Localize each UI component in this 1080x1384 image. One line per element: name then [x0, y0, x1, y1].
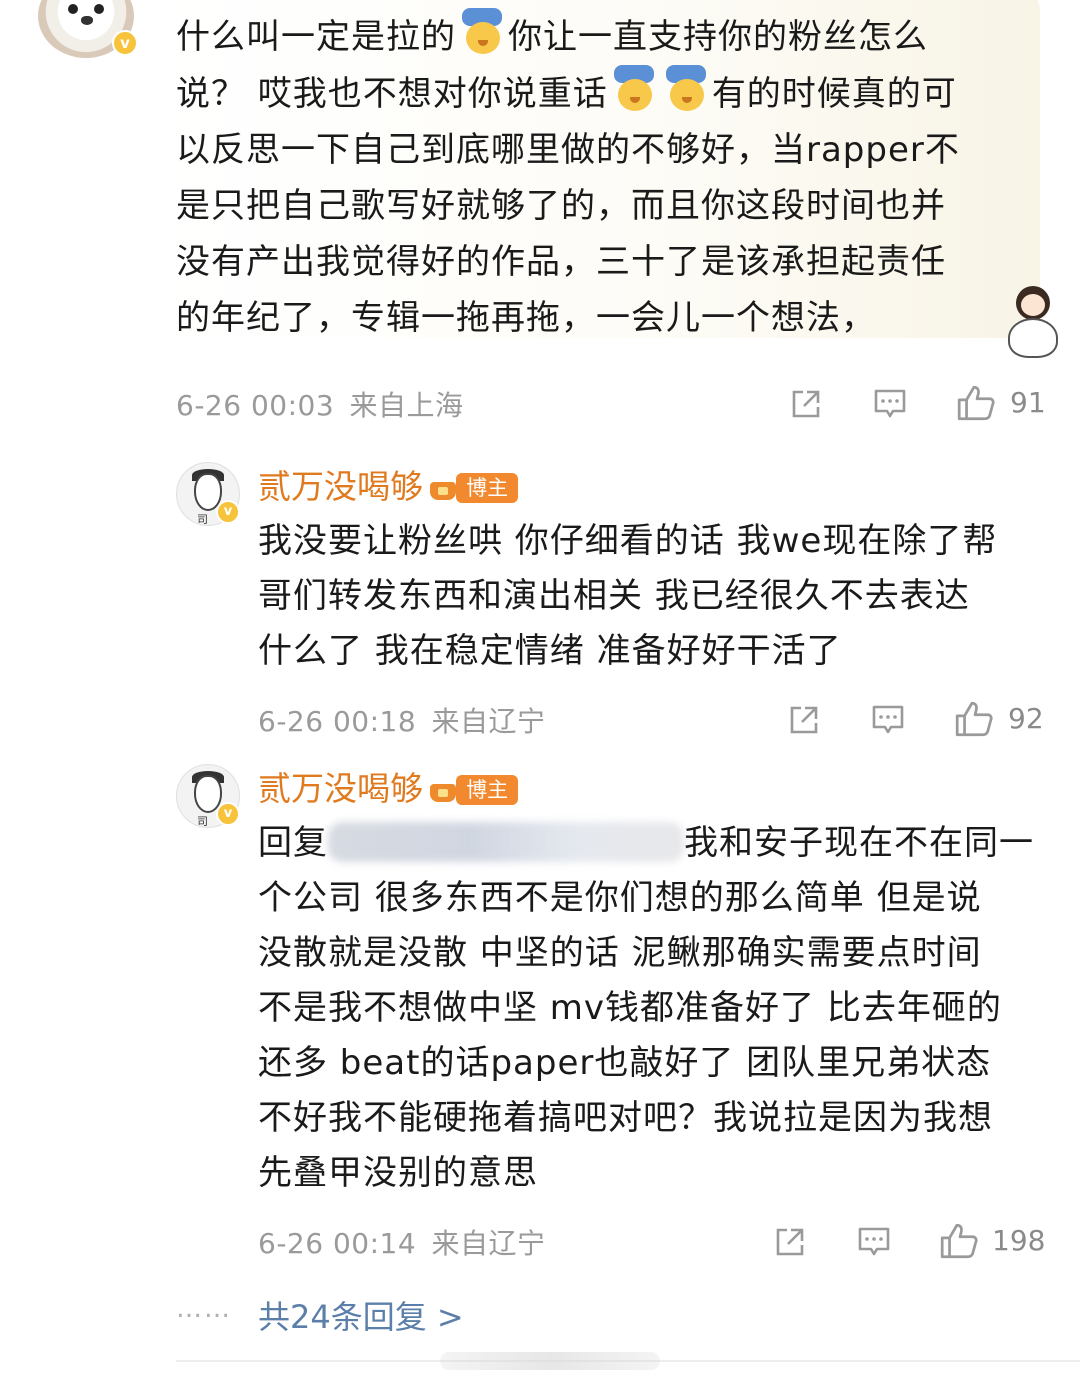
- comment-time: 6-26 00:03: [176, 389, 335, 422]
- reply-prefix: 回复: [258, 823, 328, 863]
- watermark: [440, 1352, 660, 1370]
- reply-location: 来自辽宁: [431, 705, 546, 738]
- reply-meta: 6-26 00:18 来自辽宁: [258, 700, 546, 740]
- main-comment-text: 什么叫一定是拉的 你让一直支持你的粉丝怎么 说？ 哎我也不想对你说重话 有的时候真的…: [176, 8, 960, 346]
- reply-time: 6-26 00:14: [258, 1227, 417, 1260]
- reply-header: 贰万没喝够 博主: [258, 762, 519, 810]
- reply-line: 什么了 我在稳定情绪 准备好好干活了: [258, 631, 842, 671]
- reply-line: 哥们转发东西和演出相关 我已经很久不去表达: [258, 576, 970, 616]
- like-count: 92: [1008, 702, 1044, 735]
- more-dots: ……: [176, 1294, 232, 1324]
- author-badge: 博主: [456, 775, 519, 805]
- verified-badge-icon: v: [216, 500, 240, 524]
- comment-line: 什么叫一定是拉的 你让一直支持你的粉丝怎么: [176, 8, 960, 65]
- reply-text: 回复 我和安子现在不在同一 个公司 很多东西不是你们想的那么简单 但是说 没散就是…: [258, 816, 1034, 1201]
- main-comment-meta: 6-26 00:03 来自上海: [176, 384, 464, 424]
- reply-time: 6-26 00:18: [258, 705, 417, 738]
- share-icon[interactable]: [786, 702, 822, 738]
- reply-line: 我没要让粉丝哄 你仔细看的话 我we现在除了帮: [258, 521, 998, 561]
- like-count: 91: [1010, 386, 1046, 419]
- comment-line: 是只把自己歌写好就够了的，而且你这段时间也并: [176, 186, 946, 226]
- thumbs-up-icon[interactable]: [953, 698, 995, 740]
- face-in-hands-emoji-icon: [458, 8, 506, 56]
- reply-line: 回复 我和安子现在不在同一: [258, 822, 1034, 863]
- verified-badge-icon: v: [112, 30, 138, 56]
- comment-line: 说？ 哎我也不想对你说重话 有的时候真的可: [176, 65, 960, 122]
- verified-badge-icon: v: [216, 802, 240, 826]
- reply-header: 贰万没喝够 博主: [258, 460, 519, 508]
- thumbs-up-icon[interactable]: [955, 382, 997, 424]
- comment-line: 以反思一下自己到底哪里做的不够好，当rapper不: [176, 130, 960, 170]
- comment-line: 的年纪了，专辑一拖再拖，一会儿一个想法，: [176, 298, 876, 338]
- share-icon[interactable]: [772, 1224, 808, 1260]
- bubble-decoration-sticker: [1002, 282, 1064, 358]
- comment-line: 没有产出我觉得好的作品，三十了是该承担起责任: [176, 242, 946, 282]
- reply-line: 不好我不能硬拖着搞吧对吧？我说拉是因为我想: [258, 1098, 993, 1138]
- comment-icon[interactable]: [870, 702, 906, 738]
- reply-text: 我没要让粉丝哄 你仔细看的话 我we现在除了帮 哥们转发东西和演出相关 我已经很…: [258, 514, 997, 679]
- blurred-username: [328, 822, 684, 862]
- comment-icon[interactable]: [856, 1224, 892, 1260]
- reply-username[interactable]: 贰万没喝够: [258, 467, 423, 506]
- comment-icon[interactable]: [872, 386, 908, 422]
- face-in-hands-emoji-icon: [662, 65, 710, 113]
- crown-icon: [428, 474, 458, 502]
- reply-line: 没散就是没散 中坚的话 泥鳅那确实需要点时间: [258, 933, 982, 973]
- author-badge: 博主: [456, 473, 519, 503]
- reply-line: 还多 beat的话paper也敲好了 团队里兄弟状态: [258, 1043, 992, 1083]
- reply-meta: 6-26 00:14 来自辽宁: [258, 1222, 546, 1262]
- reply-location: 来自辽宁: [431, 1227, 546, 1260]
- crown-icon: [428, 776, 458, 804]
- reply-line: 不是我不想做中坚 mv钱都准备好了 比去年砸的: [258, 988, 1002, 1028]
- reply-line: 先叠甲没别的意思: [258, 1153, 538, 1193]
- comment-location: 来自上海: [349, 389, 464, 422]
- reply-username[interactable]: 贰万没喝够: [258, 769, 423, 808]
- like-count: 198: [992, 1224, 1046, 1257]
- face-in-hands-emoji-icon: [610, 65, 658, 113]
- reply-line: 个公司 很多东西不是你们想的那么简单 但是说: [258, 878, 982, 918]
- thumbs-up-icon[interactable]: [938, 1220, 980, 1262]
- share-icon[interactable]: [788, 386, 824, 422]
- view-all-replies-link[interactable]: 共24条回复 >: [258, 1292, 464, 1338]
